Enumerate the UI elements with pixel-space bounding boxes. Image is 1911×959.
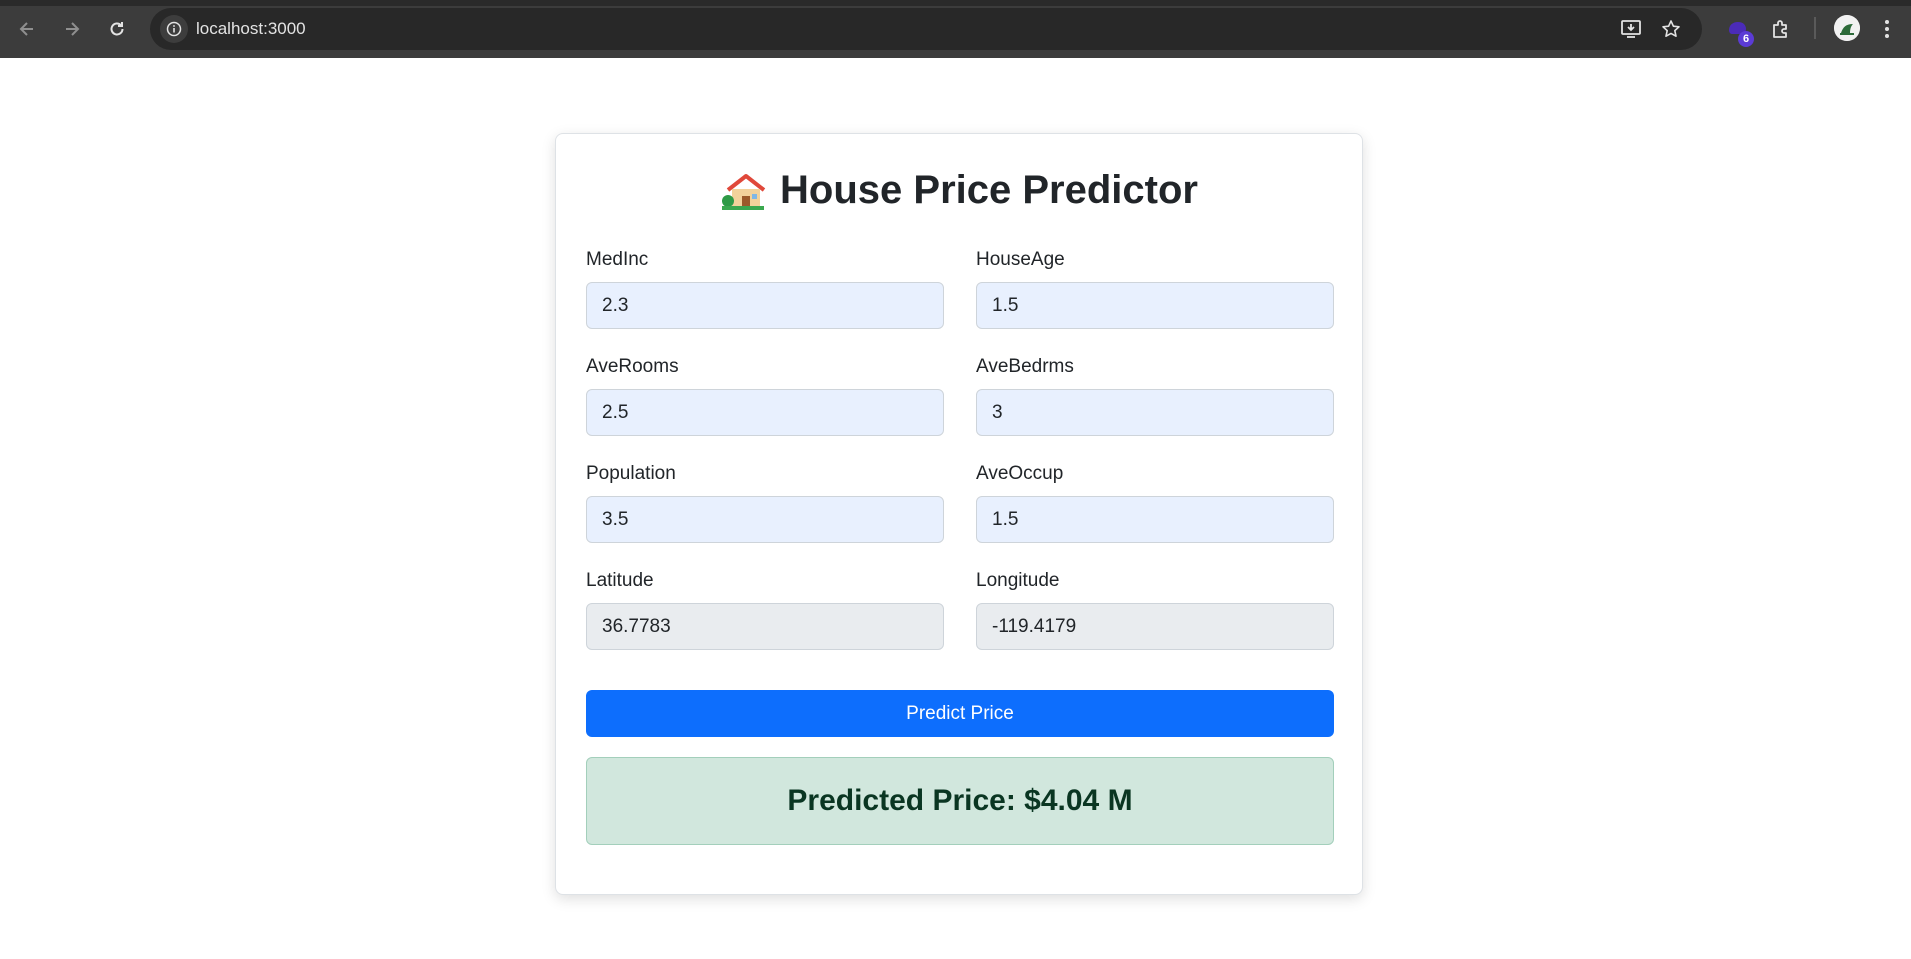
field-label: Latitude [586, 570, 654, 591]
prediction-result: Predicted Price: $4.04 M [586, 757, 1334, 845]
predicted-price-text: Predicted Price: $4.04 M [787, 784, 1133, 817]
browser-menu-button[interactable] [1871, 13, 1903, 45]
field-latitude: Latitude [586, 567, 944, 674]
field-population: Population [586, 460, 944, 567]
field-aveoccup: AveOccup [976, 460, 1334, 567]
field-averooms: AveRooms [586, 353, 944, 460]
url-text[interactable]: localhost:3000 [196, 19, 306, 39]
browser-toolbar: localhost:3000 6 [0, 0, 1911, 58]
install-app-icon [1621, 20, 1641, 38]
install-app-button[interactable] [1618, 16, 1644, 42]
page-title: House Price Predictor [556, 168, 1362, 213]
reload-icon [110, 22, 124, 36]
extension-button[interactable]: 6 [1722, 13, 1754, 47]
field-avebedrms: AveBedrms [976, 353, 1334, 460]
site-info-button[interactable] [160, 15, 188, 43]
field-longitude: Longitude [976, 567, 1334, 674]
predict-price-button[interactable]: Predict Price [586, 690, 1334, 737]
medinc-input[interactable] [586, 282, 944, 329]
longitude-input[interactable] [976, 603, 1334, 650]
averooms-input[interactable] [586, 389, 944, 436]
address-bar[interactable]: localhost:3000 [150, 8, 1702, 50]
bookmark-button[interactable] [1658, 16, 1684, 42]
aveoccup-input[interactable] [976, 496, 1334, 543]
profile-avatar[interactable] [1834, 15, 1860, 41]
latitude-input[interactable] [586, 603, 944, 650]
info-icon [166, 21, 182, 37]
star-icon [1662, 20, 1680, 37]
houseage-input[interactable] [976, 282, 1334, 329]
extensions-menu-button[interactable] [1765, 13, 1797, 45]
kebab-menu-icon [1885, 20, 1889, 38]
field-label: Longitude [976, 570, 1060, 591]
puzzle-icon [1773, 20, 1787, 38]
arrow-left-icon [19, 22, 33, 36]
field-label: MedInc [586, 249, 649, 270]
reload-button[interactable] [100, 12, 134, 46]
population-input[interactable] [586, 496, 944, 543]
field-label: AveOccup [976, 463, 1064, 484]
back-button[interactable] [10, 12, 44, 46]
predictor-card: House Price Predictor MedInc HouseAge Av… [555, 133, 1363, 895]
avebedrms-input[interactable] [976, 389, 1334, 436]
extension-badge: 6 [1738, 31, 1754, 47]
house-icon [722, 173, 766, 210]
field-label: HouseAge [976, 249, 1065, 270]
field-houseage: HouseAge [976, 246, 1334, 353]
forward-button[interactable] [55, 12, 89, 46]
arrow-right-icon [66, 22, 80, 36]
field-label: Population [586, 463, 676, 484]
toolbar-divider [1814, 17, 1816, 39]
input-grid: MedInc HouseAge AveRooms AveBedrms Popul… [586, 246, 1334, 674]
avatar-icon [1834, 15, 1860, 41]
field-label: AveBedrms [976, 356, 1074, 377]
title-text: House Price Predictor [780, 168, 1198, 212]
field-label: AveRooms [586, 356, 679, 377]
field-medinc: MedInc [586, 246, 944, 353]
